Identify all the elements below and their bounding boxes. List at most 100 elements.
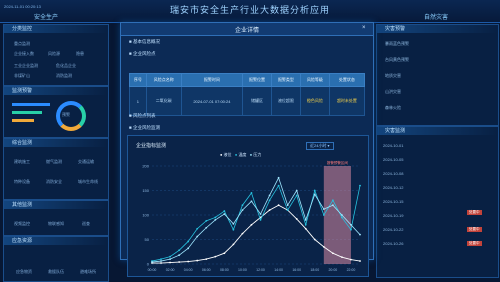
table-row[interactable]: 2024-10-08 — [383, 171, 403, 176]
grid-item[interactable]: 建筑施工 — [14, 159, 30, 165]
list-item[interactable]: 消防监测 — [56, 73, 72, 79]
grid-item[interactable]: 城市生命线 — [78, 179, 98, 185]
data-point — [205, 226, 208, 229]
data-point — [232, 222, 235, 225]
data-point — [232, 228, 235, 231]
section-title[interactable]: ■ 风险点列表 — [129, 113, 155, 119]
list-item[interactable]: 台风黄色预警 — [385, 57, 409, 63]
panel-header: 其他监测 — [4, 201, 108, 209]
modal-title: 企业详情 — [234, 28, 259, 34]
data-point — [359, 184, 361, 187]
data-point — [322, 208, 325, 211]
data-point — [169, 255, 171, 258]
table-cell: 1 — [129, 86, 147, 116]
data-point — [359, 260, 361, 262]
tab-left[interactable]: 安全生产 — [34, 12, 58, 21]
list-item[interactable]: 工业企业监测 — [14, 63, 38, 69]
data-point — [250, 223, 253, 226]
list-item[interactable]: 森林火险 — [385, 105, 401, 111]
section-title[interactable]: ■ 企业风险监测 — [129, 125, 160, 131]
grid-item[interactable]: 应急物资 — [16, 269, 32, 275]
chart-container: 企业指标监测 近24小时 ▾ ● 液位 ● 温度 ● 压力 200 150 100 5… — [127, 135, 369, 277]
data-point — [268, 194, 271, 197]
data-point — [331, 204, 334, 207]
x-tick-label: 02:00 — [166, 268, 175, 272]
table-row[interactable]: 2024-10-01 — [383, 143, 403, 148]
data-point — [350, 228, 352, 231]
grid-item[interactable]: 避难场所 — [80, 269, 96, 275]
data-point — [223, 213, 226, 215]
grid-item[interactable]: 视频监控 — [14, 221, 30, 227]
bar — [12, 119, 34, 122]
data-point — [304, 219, 307, 221]
table-cell: 二氧化碳 — [145, 86, 182, 116]
column-header: 处置状态 — [328, 73, 366, 87]
table-row[interactable]: 2024-10-26 — [383, 241, 403, 246]
table-cell: 液位超限 — [270, 86, 301, 116]
data-point — [341, 214, 343, 216]
list-item[interactable]: 地质灾害 — [385, 73, 401, 79]
column-header: 风险等级 — [299, 73, 330, 87]
section-title[interactable]: ■ 基本信息概况 — [129, 39, 160, 45]
table-row[interactable]: 2024-10-22 — [383, 227, 403, 232]
bar — [12, 103, 50, 106]
data-point — [178, 254, 181, 257]
x-tick-label: 08:00 — [220, 268, 229, 272]
close-icon[interactable]: × — [362, 25, 366, 31]
table-row[interactable]: 1 二氧化碳 2024-07-01 07:00:24 储罐区 液位超限 橙色风险… — [129, 86, 366, 116]
table-row[interactable]: 2024-10-19 — [383, 213, 403, 218]
table-row[interactable]: 2024-10-05 — [383, 157, 403, 162]
grid-item[interactable]: 消防安全 — [46, 179, 62, 185]
y-tick-label: 50 — [145, 237, 150, 242]
table-row[interactable]: 2024-10-15 — [383, 199, 403, 204]
column-header: 序号 — [129, 73, 147, 87]
data-point — [350, 223, 352, 226]
grid-item[interactable]: 物联感知 — [48, 221, 64, 227]
left-panel-5: 应急资源 应急物资 救援队伍 避难场所 — [3, 236, 109, 282]
grid-item[interactable]: 巡查 — [82, 221, 90, 227]
donut-chart — [56, 101, 86, 131]
tab-right[interactable]: 自然灾害 — [424, 12, 448, 21]
data-point — [295, 194, 298, 197]
data-point — [331, 252, 334, 255]
data-point — [286, 204, 289, 207]
x-tick-label: 04:00 — [184, 268, 193, 272]
table-cell: 储罐区 — [242, 86, 272, 116]
panel-subtitle: 重点监测 — [14, 41, 30, 46]
data-point — [277, 176, 280, 179]
panel-header: 灾害预警 — [377, 25, 498, 33]
right-panel-1: 灾害预警 暴雨蓝色预警 台风黄色预警 地质灾害 山洪灾害 森林火险 — [376, 24, 499, 126]
status-badge: 处置中 — [467, 241, 482, 246]
data-point — [241, 204, 244, 207]
data-point — [268, 209, 271, 211]
data-point — [241, 209, 244, 211]
list-item[interactable]: 山洪灾害 — [385, 89, 401, 95]
data-point — [223, 252, 226, 255]
data-point — [187, 260, 190, 263]
list-item[interactable]: 危化品企业 — [56, 63, 76, 69]
data-point — [187, 240, 190, 243]
bar — [12, 111, 42, 114]
list-item[interactable]: 非煤矿山 — [14, 73, 30, 79]
left-panel-4: 其他监测 视频监控 物联感知 巡查 — [3, 200, 109, 236]
data-point — [187, 247, 190, 250]
table-row[interactable]: 2024-10-12 — [383, 185, 403, 190]
page-title: 瑞安市安全生产行业大数据分析应用 — [169, 5, 330, 15]
data-point — [241, 232, 244, 235]
status-badge: 处置中 — [467, 210, 482, 215]
data-point — [341, 256, 343, 259]
data-point — [178, 249, 181, 252]
y-tick-label: 200 — [142, 164, 149, 169]
stat-label: 企业接入数 — [14, 51, 34, 56]
section-title[interactable]: ■ 企业风险点 — [129, 51, 155, 57]
list-item[interactable]: 暴雨蓝色预警 — [385, 41, 409, 47]
data-point — [196, 227, 199, 230]
grid-item[interactable]: 救援队伍 — [48, 269, 64, 275]
data-point — [322, 214, 325, 216]
left-panel-1: 分类监控 重点监测 企业接入数 风险源 隐患 工业企业监测 危化品企业 非煤矿山… — [3, 24, 109, 86]
grid-item[interactable]: 交通运输 — [78, 159, 94, 165]
data-point — [295, 218, 298, 220]
data-point — [196, 259, 199, 262]
grid-item[interactable]: 燃气监测 — [46, 159, 62, 165]
grid-item[interactable]: 特种设备 — [14, 179, 30, 185]
